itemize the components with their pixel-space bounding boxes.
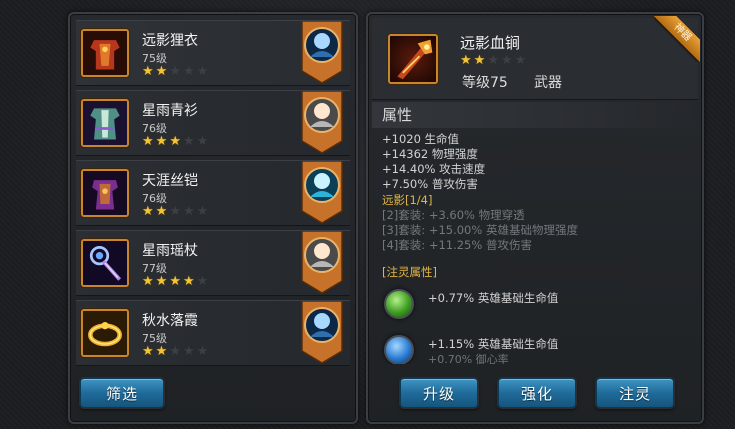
star-filled-icon: ★ <box>155 274 168 289</box>
spirit-attributes-heading: [注灵属性] <box>382 265 437 279</box>
detail-star-rating: ★ ★ ★ ★ ★ <box>460 54 526 68</box>
detail-item-type: 武器 <box>534 75 562 91</box>
star-filled-icon: ★ <box>155 64 168 79</box>
attribute-line: +7.50% 普攻伤害 <box>382 177 478 191</box>
set-bonus-line: [4]套装: +11.25% 普攻伤害 <box>382 238 532 252</box>
equipped-hero-badge[interactable] <box>300 21 344 85</box>
artifact-ribbon-label: 神器 <box>654 16 700 62</box>
equipped-hero-badge[interactable] <box>300 91 344 155</box>
star-rating: ★ ★ ★ ★ ★ <box>142 205 208 219</box>
robe-green-icon <box>81 99 129 147</box>
infuse-button[interactable]: 注灵 <box>596 378 674 408</box>
star-empty-icon: ★ <box>182 344 195 359</box>
star-empty-icon: ★ <box>196 64 209 79</box>
attribute-list: +1020 生命值 +14362 物理强度 +14.40% 攻击速度 +7.50… <box>372 128 698 253</box>
star-empty-icon: ★ <box>169 344 181 359</box>
star-empty-icon: ★ <box>500 53 513 68</box>
equipment-list-item[interactable]: 远影狸衣 75级 ★ ★ ★ ★ ★ <box>76 20 350 86</box>
attribute-line: +14362 物理强度 <box>382 147 478 161</box>
green-gem-icon <box>384 289 414 319</box>
star-filled-icon: ★ <box>142 344 154 359</box>
star-filled-icon: ★ <box>155 204 168 219</box>
spirit-attribute-text: +0.77% 英雄基础生命值 <box>428 291 559 305</box>
attribute-line: +14.40% 攻击速度 <box>382 162 486 176</box>
star-filled-icon: ★ <box>169 274 181 289</box>
star-rating: ★ ★ ★ ★ ★ <box>142 135 208 149</box>
item-name: 星雨青衫 <box>142 103 198 119</box>
equipped-hero-badge[interactable] <box>300 161 344 225</box>
equipment-list-item[interactable]: 星雨瑶杖 77级 ★ ★ ★ ★ ★ <box>76 230 350 296</box>
item-name: 天涯丝铠 <box>142 173 198 189</box>
star-empty-icon: ★ <box>514 53 527 68</box>
attribute-line: +1020 生命值 <box>382 132 460 146</box>
star-empty-icon: ★ <box>182 204 195 219</box>
equipment-list[interactable]: 远影狸衣 75级 ★ ★ ★ ★ ★ 星雨青衫 76级 ★ ★ ★ ★ ★ 天涯丝铠 76级 ★ ★ ★ ★ ★ 星雨瑶杖… <box>76 20 350 366</box>
spirit-attribute-subtext: +0.70% 御心率 <box>428 353 509 364</box>
star-empty-icon: ★ <box>196 204 209 219</box>
equipment-list-panel: 远影狸衣 75级 ★ ★ ★ ★ ★ 星雨青衫 76级 ★ ★ ★ ★ ★ 天涯丝铠 76级 ★ ★ ★ ★ ★ 星雨瑶杖… <box>68 12 358 424</box>
star-filled-icon: ★ <box>460 53 472 68</box>
upgrade-button[interactable]: 升级 <box>400 378 478 408</box>
blue-gem-icon <box>384 335 414 364</box>
set-bonus-line: [2]套装: +3.60% 物理穿透 <box>382 208 525 222</box>
star-filled-icon: ★ <box>142 204 154 219</box>
filter-button[interactable]: 筛选 <box>80 378 164 408</box>
detail-item-level: 等级75 <box>462 75 508 91</box>
item-name: 秋水落霞 <box>142 313 198 329</box>
attribute-scroll-area[interactable]: 属性 +1020 生命值 +14362 物理强度 +14.40% 攻击速度 +7… <box>372 102 698 364</box>
star-filled-icon: ★ <box>155 344 168 359</box>
spirit-attribute-row: +1.15% 英雄基础生命值 +0.70% 御心率 <box>372 331 698 364</box>
attributes-heading: 属性 <box>372 102 698 128</box>
star-filled-icon: ★ <box>169 134 181 149</box>
star-filled-icon: ★ <box>182 274 195 289</box>
star-filled-icon: ★ <box>473 53 486 68</box>
ring-gold-icon <box>81 309 129 357</box>
equipment-list-item[interactable]: 星雨青衫 76级 ★ ★ ★ ★ ★ <box>76 90 350 156</box>
set-bonus-title: 远影[1/4] <box>382 193 433 207</box>
armor-purple-icon <box>81 169 129 217</box>
star-empty-icon: ★ <box>196 134 209 149</box>
equipment-list-item[interactable]: 天涯丝铠 76级 ★ ★ ★ ★ ★ <box>76 160 350 226</box>
star-filled-icon: ★ <box>155 134 168 149</box>
detail-item-name: 远影血锏 <box>460 34 521 52</box>
equipment-list-item[interactable]: 秋水落霞 75级 ★ ★ ★ ★ ★ <box>76 300 350 366</box>
star-empty-icon: ★ <box>169 204 181 219</box>
equipment-detail-panel: 远影血锏 ★ ★ ★ ★ ★ 等级75 武器 神器 属性 +1020 生命值 +1436… <box>366 12 704 424</box>
star-empty-icon: ★ <box>487 53 499 68</box>
spirit-attribute-text: +1.15% 英雄基础生命值 <box>428 337 559 351</box>
staff-purple-icon <box>81 239 129 287</box>
star-filled-icon: ★ <box>142 64 154 79</box>
mace-weapon-icon <box>388 34 438 84</box>
detail-header: 远影血锏 ★ ★ ★ ★ ★ 等级75 武器 神器 <box>372 16 700 100</box>
equipped-hero-badge[interactable] <box>300 231 344 295</box>
equipped-hero-badge[interactable] <box>300 301 344 365</box>
star-empty-icon: ★ <box>169 64 181 79</box>
artifact-ribbon: 神器 <box>654 16 700 62</box>
item-name: 星雨瑶杖 <box>142 243 198 259</box>
item-name: 远影狸衣 <box>142 33 198 49</box>
star-empty-icon: ★ <box>182 64 195 79</box>
star-filled-icon: ★ <box>142 134 154 149</box>
set-bonus-line: [3]套装: +15.00% 英雄基础物理强度 <box>382 223 578 237</box>
armor-red-icon <box>81 29 129 77</box>
star-filled-icon: ★ <box>142 274 154 289</box>
spirit-attribute-row: +0.77% 英雄基础生命值 <box>372 285 698 325</box>
star-rating: ★ ★ ★ ★ ★ <box>142 345 208 359</box>
star-empty-icon: ★ <box>182 134 195 149</box>
star-empty-icon: ★ <box>196 344 209 359</box>
enhance-button[interactable]: 强化 <box>498 378 576 408</box>
star-rating: ★ ★ ★ ★ ★ <box>142 275 208 289</box>
star-rating: ★ ★ ★ ★ ★ <box>142 65 208 79</box>
star-empty-icon: ★ <box>196 274 209 289</box>
